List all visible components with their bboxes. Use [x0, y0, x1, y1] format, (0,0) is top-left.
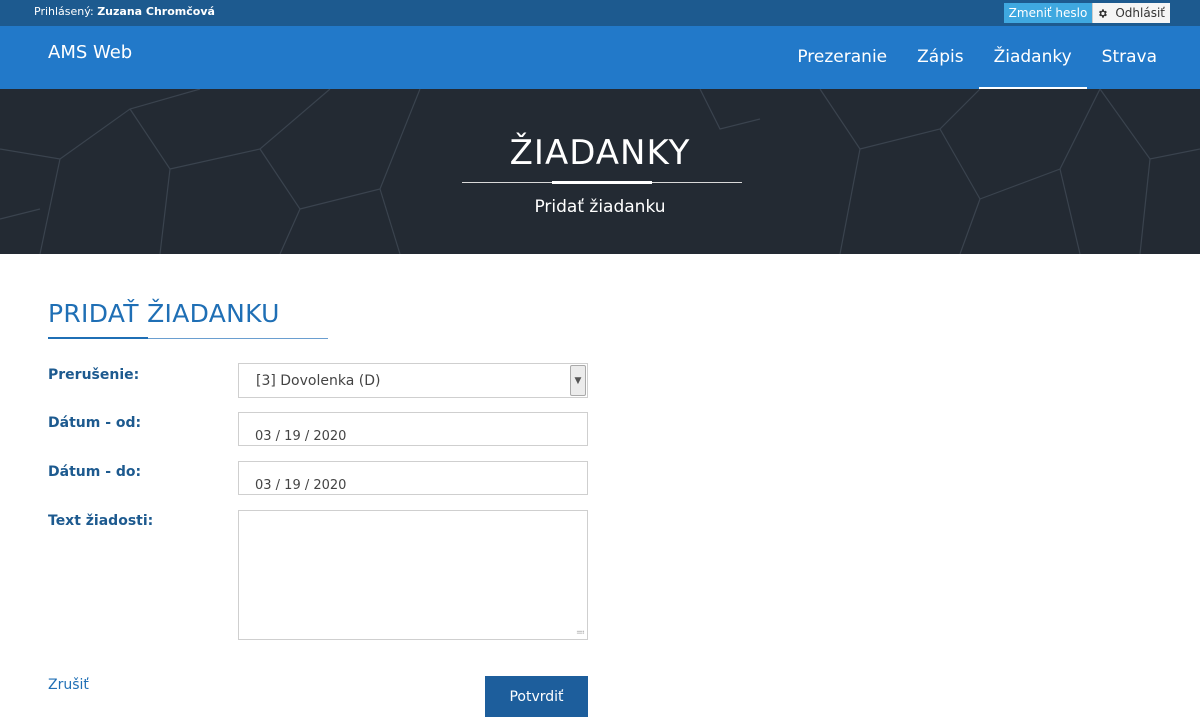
logged-in-user: Prihlásený: Zuzana Chromčová — [34, 5, 215, 18]
request-text-label: Text žiadosti: — [48, 513, 154, 529]
main-navbar: AMS Web Prezeranie Zápis Žiadanky Strava — [0, 26, 1200, 89]
cancel-link[interactable]: Zrušiť — [48, 677, 89, 693]
interruption-selected-value: [3] Dovolenka (D) — [256, 373, 381, 389]
nav-item-zapis[interactable]: Zápis — [902, 26, 978, 89]
brand-logo[interactable]: AMS Web — [48, 42, 132, 63]
page-hero: ŽIADANKY Pridať žiadanku — [0, 89, 1200, 254]
resize-grip-icon[interactable]: ≕ — [576, 628, 585, 638]
change-password-button[interactable]: Zmeniť heslo — [1003, 3, 1093, 23]
title-divider-accent — [552, 181, 652, 184]
date-from-value: 03 / 19 / 2020 — [255, 429, 347, 444]
user-name: Zuzana Chromčová — [97, 5, 215, 18]
nav-item-ziadanky[interactable]: Žiadanky — [978, 26, 1087, 89]
top-user-bar: Prihlásený: Zuzana Chromčová Zmeniť hesl… — [0, 0, 1200, 26]
date-to-input[interactable]: 03 / 19 / 2020 — [238, 461, 588, 495]
date-to-label: Dátum - do: — [48, 464, 142, 480]
account-actions: Zmeniť heslo Odhlásiť — [1003, 3, 1170, 23]
date-from-label: Dátum - od: — [48, 415, 142, 431]
gear-icon[interactable] — [1092, 3, 1113, 23]
date-from-input[interactable]: 03 / 19 / 2020 — [238, 412, 588, 446]
interruption-select[interactable]: [3] Dovolenka (D) ▼ — [238, 363, 588, 398]
logout-button[interactable]: Odhlásiť — [1112, 3, 1170, 23]
page-subtitle: Pridať žiadanku — [534, 197, 666, 217]
form-title: PRIDAŤ ŽIADANKU — [48, 299, 280, 328]
request-text-textarea[interactable]: ≕ — [238, 510, 588, 640]
date-to-value: 03 / 19 / 2020 — [255, 478, 347, 493]
form-title-divider-accent — [48, 337, 148, 339]
chevron-down-icon[interactable]: ▼ — [570, 365, 586, 396]
nav-item-strava[interactable]: Strava — [1087, 26, 1172, 89]
user-prefix: Prihlásený: — [34, 5, 94, 18]
main-nav: Prezeranie Zápis Žiadanky Strava — [782, 26, 1172, 89]
submit-button[interactable]: Potvrdiť — [485, 676, 588, 717]
interruption-label: Prerušenie: — [48, 367, 140, 383]
nav-item-prezeranie[interactable]: Prezeranie — [782, 26, 902, 89]
page-title: ŽIADANKY — [509, 133, 691, 173]
